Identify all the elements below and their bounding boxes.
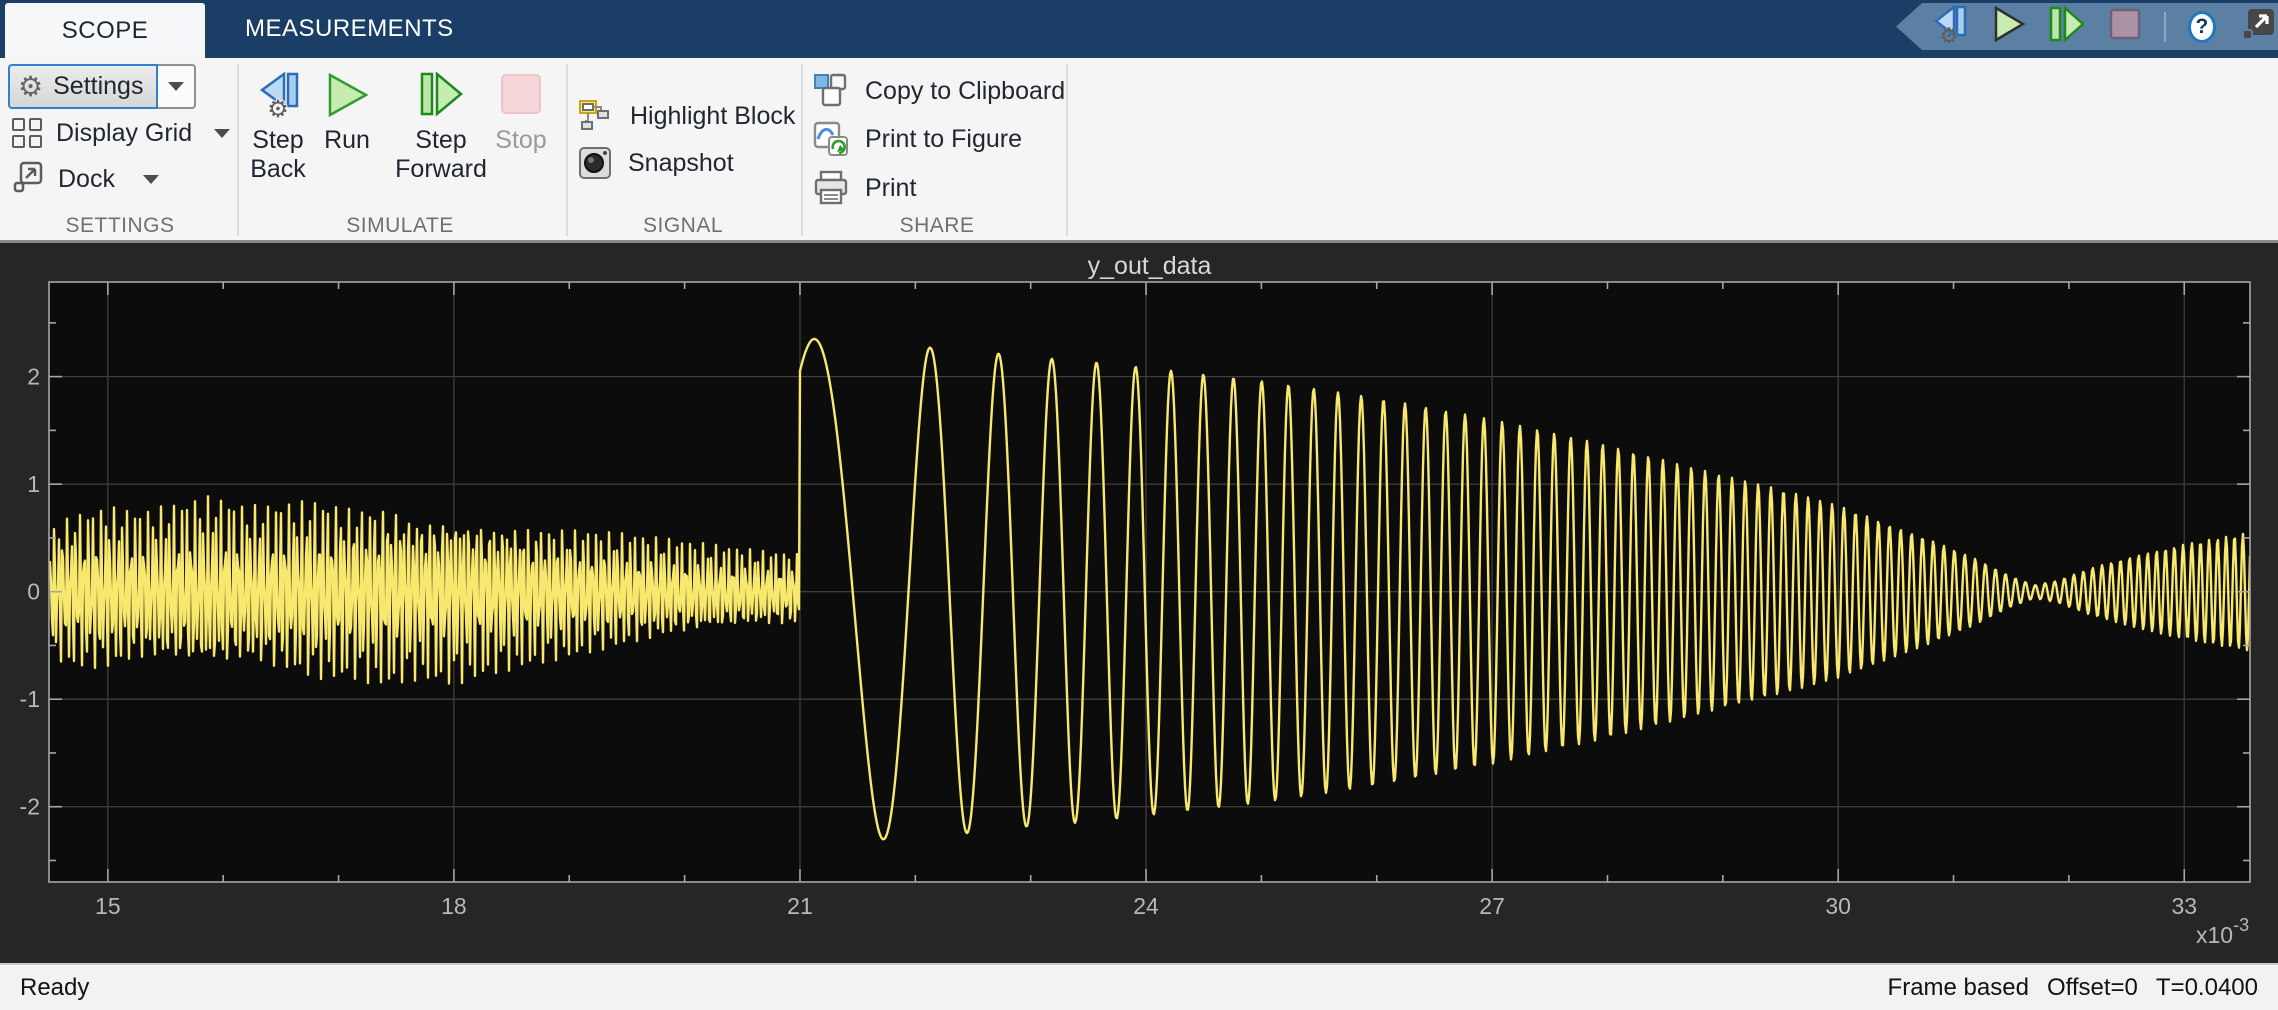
tab-measurements[interactable]: MEASUREMENTS bbox=[225, 0, 474, 58]
step-forward-button[interactable]: Step Forward bbox=[394, 72, 488, 184]
scope-window: SCOPE MEASUREMENTS ⚙ bbox=[0, 0, 2278, 1010]
run-button[interactable]: Run bbox=[312, 72, 382, 155]
svg-text:30: 30 bbox=[1825, 893, 1851, 919]
svg-text:⚙: ⚙ bbox=[1940, 25, 1959, 44]
tab-bar: SCOPE MEASUREMENTS ⚙ bbox=[0, 0, 2278, 58]
run-label: Run bbox=[324, 126, 370, 155]
svg-text:-2: -2 bbox=[20, 794, 40, 820]
svg-text:33: 33 bbox=[2171, 893, 2197, 919]
svg-text:2: 2 bbox=[27, 364, 40, 390]
highlight-block-label: Highlight Block bbox=[630, 102, 795, 131]
scope-display: y_out_data 15 18 21 24 27 30 33 -2 -1 0 1 2 x10-3 bbox=[0, 243, 2278, 963]
chevron-down-icon bbox=[143, 175, 159, 184]
print-to-figure-icon bbox=[813, 121, 849, 157]
step-back-icon: ⚙ bbox=[254, 72, 302, 118]
settings-dropdown[interactable] bbox=[158, 64, 196, 109]
svg-text:18: 18 bbox=[441, 893, 467, 919]
undock-icon[interactable] bbox=[2238, 4, 2278, 49]
svg-text:y_out_data: y_out_data bbox=[1088, 252, 1212, 280]
svg-text:27: 27 bbox=[1479, 893, 1505, 919]
group-label-settings: SETTINGS bbox=[20, 214, 220, 238]
display-grid-button[interactable]: Display Grid bbox=[12, 118, 230, 148]
step-forward-icon[interactable] bbox=[2048, 5, 2086, 48]
step-forward-label: Step Forward bbox=[394, 126, 488, 184]
group-separator bbox=[801, 64, 803, 236]
gear-icon: ⚙ bbox=[18, 73, 43, 101]
copy-icon bbox=[813, 73, 849, 109]
step-back-icon[interactable]: ⚙ bbox=[1930, 4, 1970, 49]
chevron-down-icon bbox=[168, 82, 184, 91]
frame-mode: Frame based bbox=[1888, 974, 2029, 1002]
print-button[interactable]: Print bbox=[813, 170, 916, 206]
stop-label: Stop bbox=[495, 126, 546, 155]
copy-to-clipboard-button[interactable]: Copy to Clipboard bbox=[813, 73, 1065, 109]
svg-text:24: 24 bbox=[1133, 893, 1159, 919]
svg-text:-1: -1 bbox=[20, 686, 40, 712]
dock-button[interactable]: Dock bbox=[12, 160, 159, 199]
offset-value: Offset=0 bbox=[2047, 974, 2138, 1002]
time-value: T=0.0400 bbox=[2156, 974, 2258, 1002]
svg-text:21: 21 bbox=[787, 893, 813, 919]
copy-to-clipboard-label: Copy to Clipboard bbox=[865, 77, 1065, 106]
signal-status: Frame based Offset=0 T=0.0400 bbox=[1888, 974, 2258, 1002]
quick-access-toolbar: ⚙ ? bbox=[1896, 3, 2278, 50]
snapshot-icon bbox=[578, 146, 612, 180]
scope-plot[interactable]: y_out_data 15 18 21 24 27 30 33 -2 -1 0 1 2 x10-3 bbox=[0, 243, 2278, 963]
display-grid-label: Display Grid bbox=[56, 119, 192, 148]
tab-scope[interactable]: SCOPE bbox=[5, 3, 205, 58]
svg-text:15: 15 bbox=[95, 893, 121, 919]
group-label-share: SHARE bbox=[837, 214, 1037, 238]
step-forward-icon bbox=[417, 72, 465, 118]
stop-button[interactable]: Stop bbox=[490, 72, 552, 155]
print-label: Print bbox=[865, 174, 916, 203]
settings-label: Settings bbox=[53, 72, 143, 101]
stop-icon[interactable] bbox=[2108, 7, 2142, 46]
stop-icon bbox=[499, 72, 543, 118]
group-label-simulate: SIMULATE bbox=[300, 214, 500, 238]
run-icon bbox=[324, 72, 370, 118]
print-to-figure-label: Print to Figure bbox=[865, 125, 1022, 154]
svg-text:⚙: ⚙ bbox=[267, 96, 289, 118]
chevron-down-icon bbox=[214, 129, 230, 138]
help-icon[interactable]: ? bbox=[2188, 11, 2216, 43]
group-separator bbox=[1066, 64, 1068, 236]
status-text: Ready bbox=[20, 974, 89, 1002]
group-label-signal: SIGNAL bbox=[583, 214, 783, 238]
dock-label: Dock bbox=[58, 165, 115, 194]
ribbon: ⚙ Settings Display Grid Dock SETTINGS bbox=[0, 58, 2278, 240]
settings-button[interactable]: ⚙ Settings bbox=[8, 64, 158, 109]
highlight-block-icon bbox=[578, 98, 614, 134]
printer-icon bbox=[813, 170, 849, 206]
step-back-label: Step Back bbox=[236, 126, 320, 184]
svg-text:0: 0 bbox=[27, 579, 40, 605]
step-back-button[interactable]: ⚙ Step Back bbox=[236, 72, 320, 184]
grid-icon bbox=[12, 118, 42, 148]
run-icon[interactable] bbox=[1992, 5, 2026, 48]
group-separator bbox=[566, 64, 568, 236]
svg-text:x10-3: x10-3 bbox=[2196, 915, 2249, 948]
print-to-figure-button[interactable]: Print to Figure bbox=[813, 121, 1022, 157]
snapshot-label: Snapshot bbox=[628, 149, 734, 178]
status-bar: Ready Frame based Offset=0 T=0.0400 bbox=[0, 963, 2278, 1010]
snapshot-button[interactable]: Snapshot bbox=[578, 146, 734, 180]
dock-icon bbox=[12, 160, 44, 199]
svg-text:1: 1 bbox=[27, 471, 40, 497]
highlight-block-button[interactable]: Highlight Block bbox=[578, 98, 795, 134]
toolbar-separator bbox=[2164, 12, 2166, 42]
